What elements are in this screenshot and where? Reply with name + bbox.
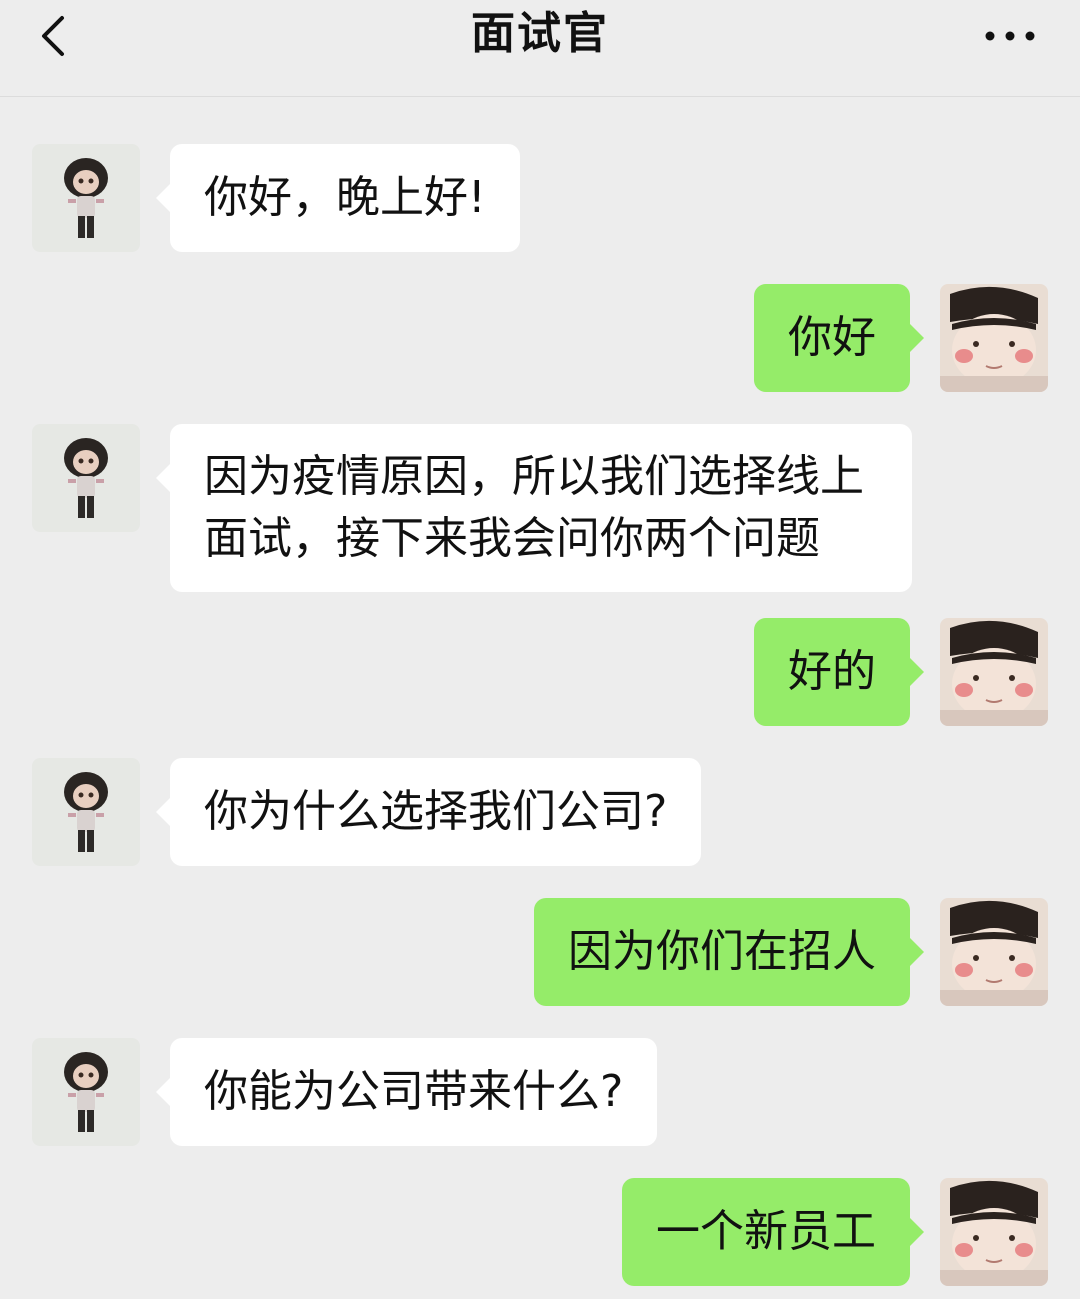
user-avatar[interactable] [940,898,1048,1006]
incoming-message-bubble[interactable]: 因为疫情原因，所以我们选择线上 面试，接下来我会问你两个问题 [156,424,912,592]
baby-face-avatar-icon [940,1178,1048,1286]
interviewer-avatar[interactable] [32,424,140,532]
incoming-message-bubble[interactable]: 你为什么选择我们公司? [155,758,702,866]
message-line: 因为疫情原因，所以我们选择线上 [204,451,864,502]
doll-avatar-icon [32,1038,140,1146]
doll-avatar-icon [32,144,140,252]
outgoing-message-bubble[interactable]: 因为你们在招人 [534,898,924,1006]
baby-face-avatar-icon [940,284,1048,392]
user-avatar[interactable] [940,1178,1048,1286]
doll-avatar-icon [32,424,140,532]
more-button[interactable] [980,18,1040,54]
interviewer-avatar[interactable] [32,144,140,252]
incoming-message-bubble[interactable]: 你能为公司带来什么? [155,1038,658,1146]
baby-face-avatar-icon [940,898,1048,1006]
interviewer-avatar[interactable] [32,1038,140,1146]
chat-header: 面试官 [0,0,1080,97]
more-dots-icon [985,31,1035,41]
outgoing-message-bubble[interactable]: 好的 [754,618,924,726]
doll-avatar-icon [32,758,140,866]
interviewer-avatar[interactable] [32,758,140,866]
message-line: 面试，接下来我会问你两个问题 [204,513,820,564]
user-avatar[interactable] [940,618,1048,726]
incoming-message-bubble[interactable]: 你好，晚上好! [156,144,520,252]
user-avatar[interactable] [940,284,1048,392]
outgoing-message-bubble[interactable]: 你好 [754,284,924,392]
baby-face-avatar-icon [940,618,1048,726]
page-title: 面试官 [471,8,609,59]
outgoing-message-bubble[interactable]: 一个新员工 [622,1178,924,1286]
